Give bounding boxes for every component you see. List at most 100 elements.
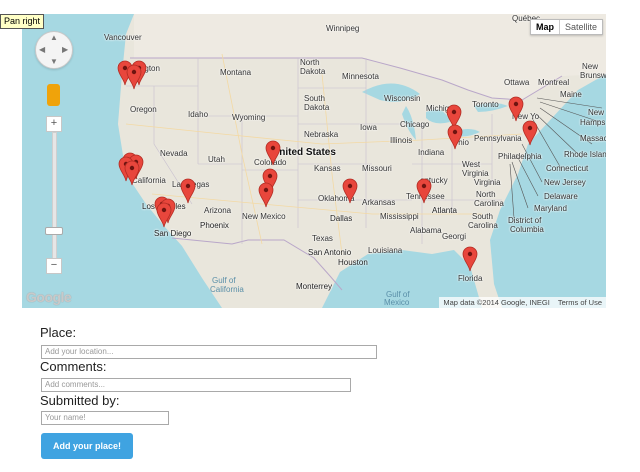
map-label: Maryland [534,204,567,213]
map-label: Rhode Islan [564,150,606,159]
zoom-slider-track[interactable] [52,132,57,260]
map-marker-icon[interactable] [342,178,358,204]
map-label: West [462,160,481,169]
pan-right-tooltip: Pan right [0,14,45,29]
map-marker-icon[interactable] [265,140,281,166]
pan-up-icon[interactable]: ▲ [50,34,58,42]
map-label: Massach [580,134,606,143]
map-label: Columbia [510,225,544,234]
comments-label: Comments: [40,359,107,374]
map-label: New [582,62,599,71]
map-marker-icon[interactable] [508,96,524,122]
map-label: Missouri [362,164,392,173]
map-label: San Antonio [308,248,352,257]
map-label: Carolina [468,221,498,230]
map-label: Hamps [580,118,606,127]
map-marker-icon[interactable] [416,178,432,204]
pan-left-icon[interactable]: ◀ [39,46,45,54]
map-marker-icon[interactable] [156,202,172,228]
map-label: Pennsylvania [474,134,522,143]
map-label: Carolina [474,199,504,208]
submitted-by-label: Submitted by: [40,393,120,408]
map-label: Chicago [400,120,430,129]
map-label: Louisiana [368,246,403,255]
map-marker-icon[interactable] [462,246,478,272]
map-label: Iowa [360,123,377,132]
map-label: Arkansas [362,198,396,207]
map-label: North [300,58,320,67]
map-label: Vancouver [104,33,142,42]
map-marker-icon[interactable] [126,64,142,90]
add-place-button[interactable]: Add your place! [41,433,133,459]
map-label: Phoenix [200,221,229,230]
submitted-by-input[interactable]: Your name! [41,411,169,425]
map-label: Mississippi [380,212,419,221]
map-label: Dakota [304,103,330,112]
map-label: Alabama [410,226,442,235]
map-label: Minnesota [342,72,379,81]
map-label: Toronto [472,100,499,109]
map-type-satellite-button[interactable]: Satellite [558,20,602,34]
map-label: Dallas [330,214,353,223]
map-label: Connecticut [546,164,589,173]
map-label: Indiana [418,148,445,157]
map-label: Dakota [300,67,326,76]
map-data-credit: Map data ©2014 Google, INEGI [443,298,550,307]
map-label: Brunswi [580,71,606,80]
map-label: San Diego [154,229,192,238]
map-marker-icon[interactable] [522,120,538,146]
map-label: New [588,108,605,117]
map-label: Texas [312,234,333,243]
map-label: New Mexico [242,212,286,221]
map-label: District of [508,216,542,225]
map-label: Illinois [390,136,413,145]
map-type-control: Map Satellite [529,19,603,35]
map-label: Philadelphia [498,152,542,161]
map-marker-icon[interactable] [447,124,463,150]
map-label: Monterrey [296,282,333,291]
map-label: Florida [458,274,483,283]
map-label: Nevada [160,149,188,158]
map-label: North [476,190,496,199]
map-label: Wyoming [232,113,266,122]
map-marker-icon[interactable] [124,160,140,186]
map-label: Idaho [188,110,209,119]
map-label: Atlanta [432,206,457,215]
map-label: Mexico [384,298,410,307]
map-marker-icon[interactable] [258,182,274,208]
pan-right-icon[interactable]: ▶ [62,46,68,54]
pan-down-icon[interactable]: ▼ [50,58,58,66]
zoom-out-button[interactable]: − [46,258,62,274]
place-label: Place: [40,325,77,340]
map-label: Ottawa [504,78,530,87]
map-label: Houston [338,258,368,267]
map-label: Wisconsin [384,94,421,103]
zoom-slider-handle[interactable] [45,227,63,235]
map-label: Maine [560,90,582,99]
map-label: Winnipeg [326,24,360,33]
map-label: Kansas [314,164,341,173]
map-label: California [210,285,244,294]
map-label: South [472,212,493,221]
map-label: Georgi [442,232,467,241]
map-attribution: Map data ©2014 Google, INEGI Terms of Use [439,297,606,308]
map-label: Delaware [544,192,578,201]
pan-control[interactable]: ▲ ▼ ◀ ▶ [35,31,73,69]
zoom-in-button[interactable]: + [46,116,62,132]
map-label: Oregon [130,105,157,114]
map-label: South [304,94,325,103]
map-label: Arizona [204,206,232,215]
map-label: Utah [208,155,225,164]
map-label: Virginia [462,169,489,178]
pegman-icon[interactable] [47,84,60,106]
terms-of-use-link[interactable]: Terms of Use [558,298,602,307]
map-label: Montana [220,68,252,77]
country-label: United States [272,147,336,158]
google-logo: Google [26,289,72,305]
map-label: Montreal [538,78,570,87]
map-type-map-button[interactable]: Map [531,20,559,34]
map-view[interactable]: Vancouver Winnipeg Québec Washington Mon… [22,14,606,308]
map-marker-icon[interactable] [180,178,196,204]
comments-input[interactable]: Add comments... [41,378,351,392]
place-input[interactable]: Add your location... [41,345,377,359]
